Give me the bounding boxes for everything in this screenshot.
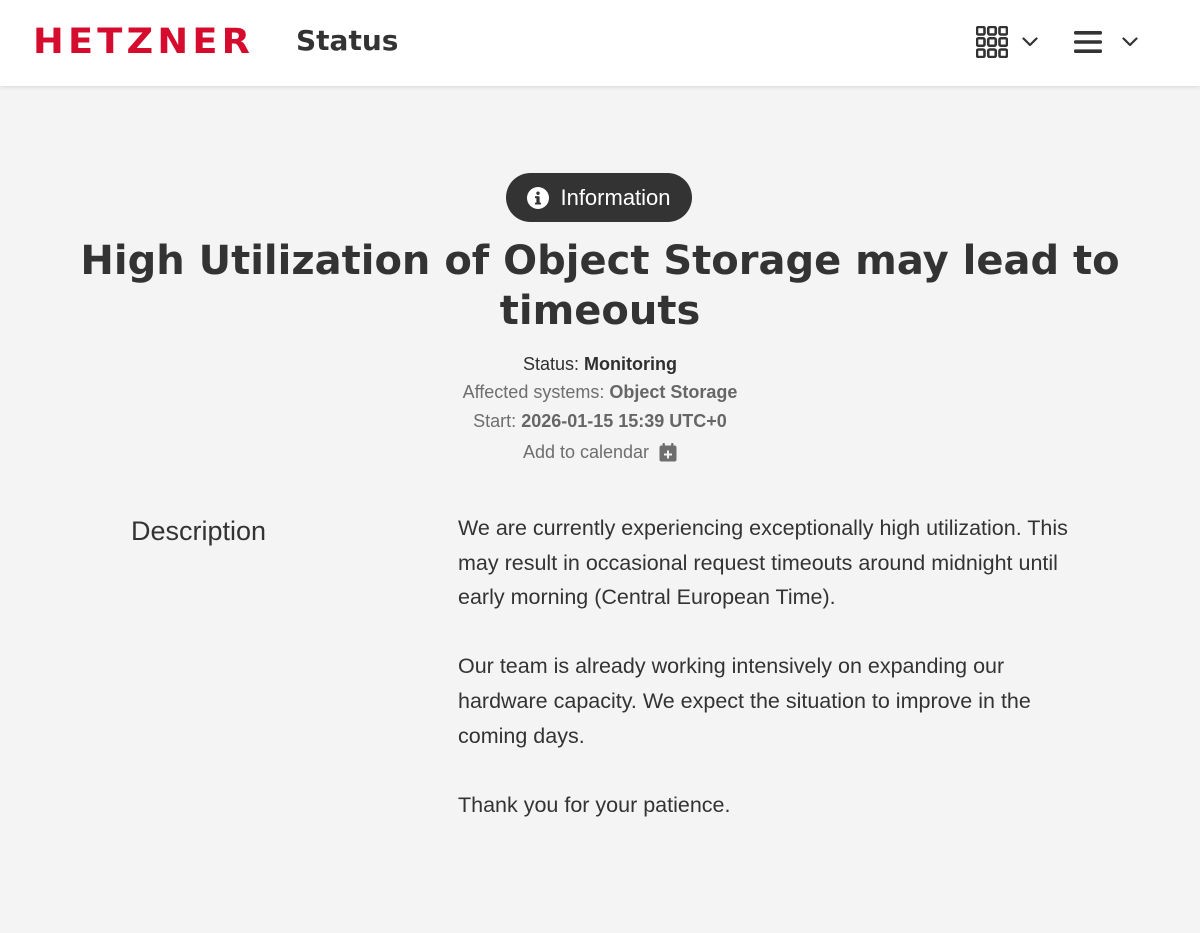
calendar-plus-icon: [659, 442, 677, 462]
affected-value: Object Storage: [609, 382, 738, 402]
hetzner-logo[interactable]: HETZNER: [33, 24, 250, 60]
incident-title: High Utilization of Object Storage may l…: [80, 238, 1120, 334]
incident-start: Start: 2026-01-15 15:39 UTC+0: [300, 409, 900, 433]
description-paragraph: Thank you for your patience.: [458, 792, 731, 817]
description-heading: Description: [131, 516, 267, 546]
start-value: 2026-01-15 15:39 UTC+0: [521, 411, 727, 431]
add-to-calendar-link[interactable]: Add to calendar: [300, 440, 900, 464]
hamburger-icon: [1074, 29, 1102, 55]
start-label: Start:: [473, 411, 517, 431]
info-circle-icon: [527, 186, 550, 209]
calendar-label: Add to calendar: [522, 442, 650, 462]
site-title: Status: [296, 24, 399, 57]
incident-status: Status: Monitoring: [300, 352, 900, 376]
top-header: HETZNER Status: [0, 0, 1200, 86]
affected-label: Affected systems:: [462, 382, 605, 402]
chevron-down-icon: [1122, 37, 1138, 47]
status-label: Status:: [522, 354, 580, 374]
badge-label: Information: [560, 184, 671, 210]
incident-type-badge: Information: [506, 173, 692, 222]
apps-menu-button[interactable]: [976, 22, 1048, 62]
description-paragraph: We are currently experiencing exceptiona…: [458, 516, 1068, 610]
grid-icon: [976, 26, 1008, 58]
description-body: We are currently experiencing exceptiona…: [458, 511, 1078, 857]
logo-wordmark: HETZNER: [33, 22, 255, 62]
description-paragraph: Our team is already working intensively …: [458, 654, 1031, 748]
main-menu-button[interactable]: [1074, 22, 1146, 62]
affected-systems: Affected systems: Object Storage: [300, 380, 900, 404]
status-value: Monitoring: [584, 354, 678, 374]
chevron-down-icon: [1022, 37, 1038, 47]
